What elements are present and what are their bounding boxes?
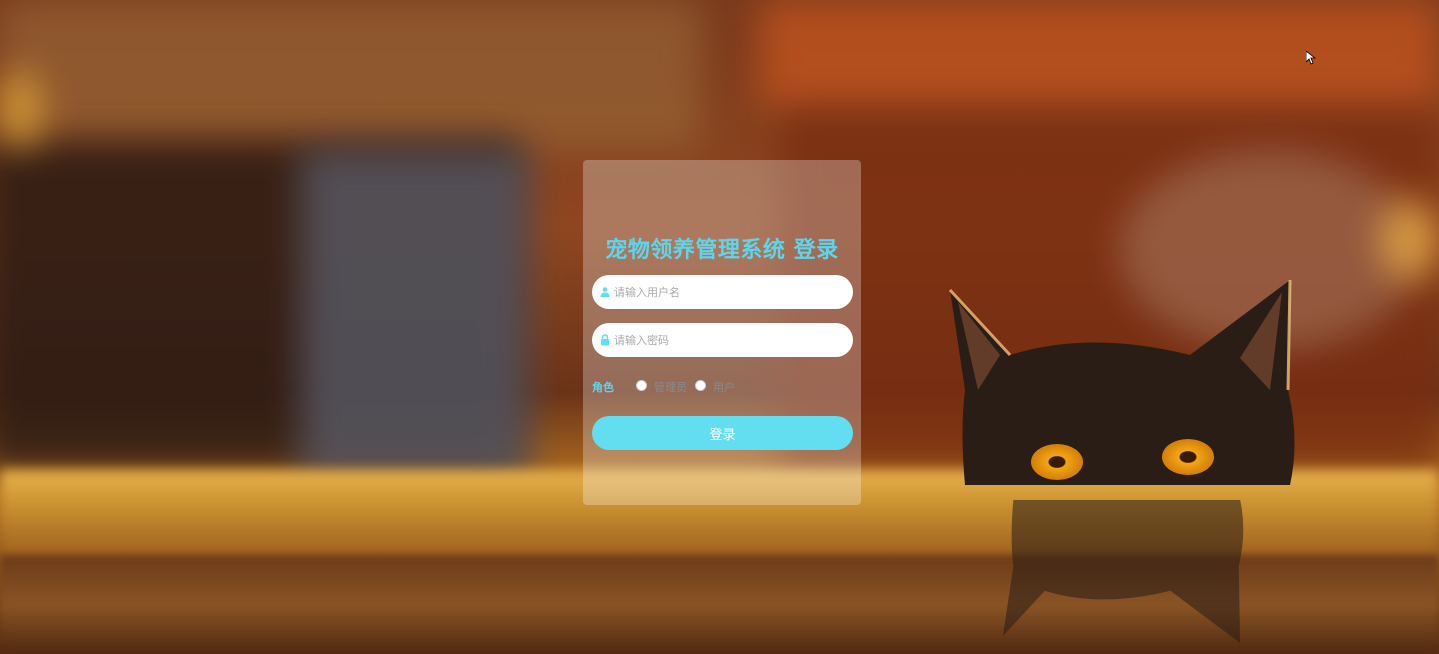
login-panel: 宠物领养管理系统 登录 角色 管理员 用户 登录 [583, 160, 861, 505]
username-field[interactable] [592, 275, 853, 309]
cat-reflection [1002, 500, 1244, 644]
mouse-cursor-icon [1306, 51, 1316, 65]
username-input[interactable] [614, 275, 844, 309]
role-option-user-label[interactable]: 用户 [713, 379, 735, 395]
password-input[interactable] [614, 323, 844, 357]
password-field[interactable] [592, 323, 853, 357]
role-selector: 角色 管理员 用户 [592, 378, 853, 394]
login-title: 宠物领养管理系统 登录 [605, 238, 839, 263]
user-icon [600, 287, 610, 297]
role-radio-admin[interactable] [636, 380, 647, 391]
lock-icon [601, 334, 609, 346]
role-label: 角色 [592, 381, 614, 394]
cat-image [948, 279, 1295, 485]
login-button[interactable]: 登录 [592, 416, 853, 450]
role-radio-user[interactable] [695, 380, 706, 391]
role-option-admin-label[interactable]: 管理员 [654, 379, 687, 395]
